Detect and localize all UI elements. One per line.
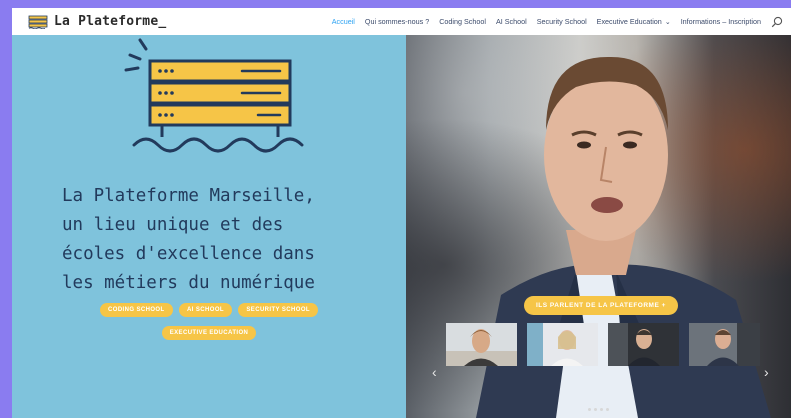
carousel-next-arrow-icon[interactable]: › xyxy=(764,364,769,380)
thumbnail-image xyxy=(608,323,679,366)
video-thumbnail[interactable] xyxy=(689,323,760,366)
page-frame: La Plateforme_ Accueil Qui sommes-nous ?… xyxy=(12,8,791,418)
site-header: La Plateforme_ Accueil Qui sommes-nous ?… xyxy=(12,8,791,35)
main-nav: Accueil Qui sommes-nous ? Coding School … xyxy=(322,8,783,35)
thumbnail-image xyxy=(446,323,517,366)
server-logo-icon xyxy=(28,15,48,29)
video-thumbnail[interactable] xyxy=(446,323,517,366)
ils-parlent-button[interactable]: ILS PARLENT DE LA PLATEFORME + xyxy=(524,296,678,315)
hero-headline: La Plateforme Marseille, un lieu unique … xyxy=(62,186,315,293)
hero-video-panel[interactable]: ILS PARLENT DE LA PLATEFORME + ‹ › xyxy=(406,35,791,418)
site-logo[interactable]: La Plateforme_ xyxy=(28,14,166,29)
nav-item-qui-sommes-nous[interactable]: Qui sommes-nous ? xyxy=(365,17,429,26)
carousel-dot[interactable] xyxy=(600,408,603,411)
server-illustration-icon xyxy=(124,38,304,153)
pill-security-school[interactable]: SECURITY SCHOOL xyxy=(238,303,318,317)
video-thumbnail[interactable] xyxy=(527,323,598,366)
video-thumbnail[interactable] xyxy=(608,323,679,366)
school-pills-row: CODING SCHOOL AI SCHOOL SECURITY SCHOOL xyxy=(12,298,406,317)
pill-ai-school[interactable]: AI SCHOOL xyxy=(179,303,232,317)
carousel-dots xyxy=(588,408,609,411)
thumbnail-image xyxy=(527,323,598,366)
nav-item-ai-school[interactable]: AI School xyxy=(496,17,527,26)
hero-intro-panel: La Plateforme Marseille, un lieu unique … xyxy=(12,35,406,418)
pill-executive-education[interactable]: EXECUTIVE EDUCATION xyxy=(161,326,257,340)
carousel-dot[interactable] xyxy=(588,408,591,411)
nav-item-informations-inscription[interactable]: Informations – Inscription xyxy=(681,17,761,26)
carousel-dot[interactable] xyxy=(606,408,609,411)
chevron-down-icon: ⌄ xyxy=(664,19,671,26)
nav-item-accueil[interactable]: Accueil xyxy=(332,17,355,26)
nav-item-executive-education-label: Executive Education xyxy=(596,17,662,26)
thumbnail-image xyxy=(689,323,760,366)
logo-text: La Plateforme_ xyxy=(54,14,167,29)
school-pills-row-2: EXECUTIVE EDUCATION xyxy=(12,321,406,340)
nav-item-security-school[interactable]: Security School xyxy=(537,17,587,26)
nav-item-executive-education[interactable]: Executive Education ⌄ xyxy=(597,17,671,26)
carousel-dot[interactable] xyxy=(594,408,597,411)
nav-item-coding-school[interactable]: Coding School xyxy=(439,17,486,26)
pill-coding-school[interactable]: CODING SCHOOL xyxy=(100,303,173,317)
search-icon[interactable] xyxy=(771,16,783,28)
carousel-prev-arrow-icon[interactable]: ‹ xyxy=(432,364,437,380)
